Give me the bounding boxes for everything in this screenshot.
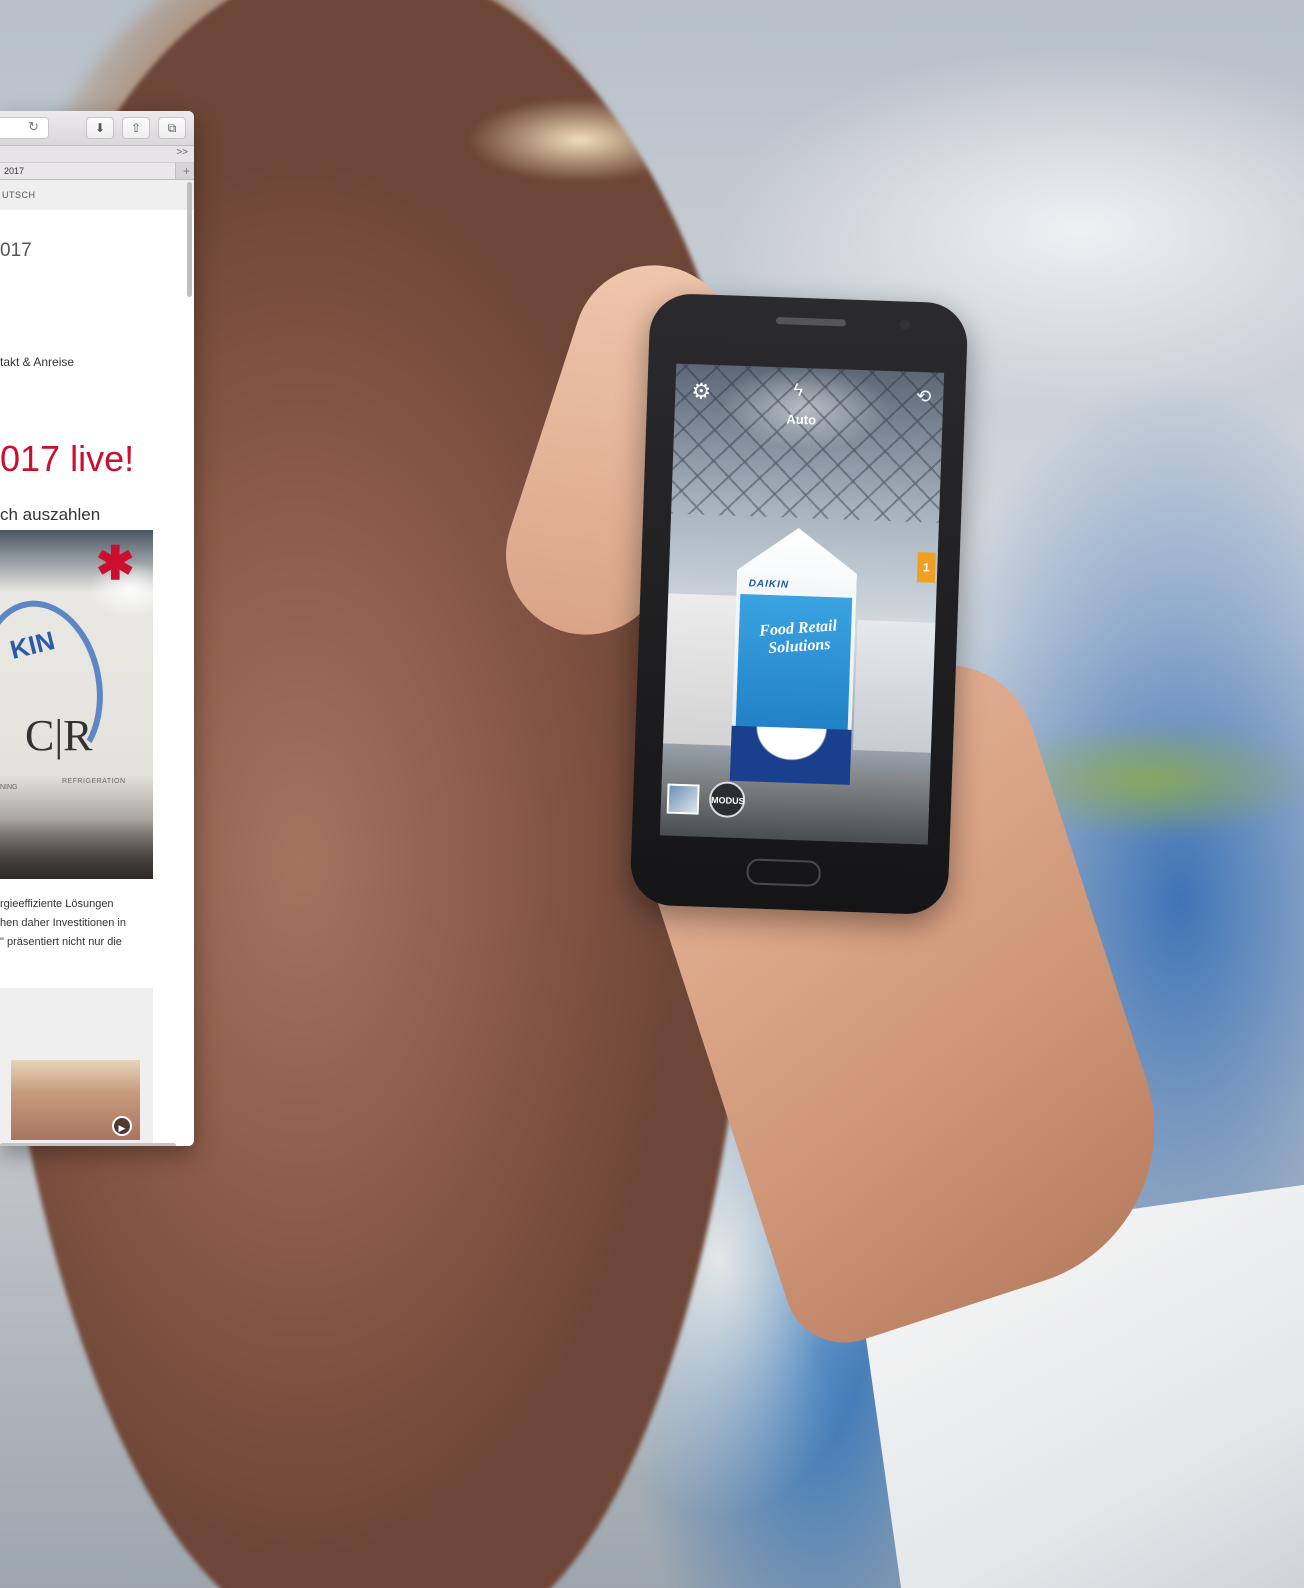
play-icon[interactable]: ▶ (112, 1116, 132, 1136)
smartphone: DAIKIN Food Retail Solutions 1 ⚙ ϟ Auto … (629, 292, 969, 916)
article-text: rgieeffiziente Lösungen hen daher Invest… (0, 895, 150, 952)
booth-right (852, 620, 936, 753)
camera-viewfinder[interactable]: DAIKIN Food Retail Solutions 1 ⚙ ϟ Auto … (659, 363, 945, 845)
hero-image: KIN C|R NING REFRIGERATION ✱ (0, 530, 153, 879)
address-bar[interactable] (0, 117, 49, 139)
carton-title: Food Retail Solutions (758, 617, 838, 658)
booth-left (663, 593, 739, 746)
tab-bar: 2017 + (0, 163, 194, 180)
download-button[interactable]: ⬇ (86, 117, 114, 139)
milk-splash (729, 725, 852, 785)
page-headline: 017 live! (0, 438, 135, 479)
page-subheadline: ch auszahlen (0, 505, 101, 524)
browser-toolbar: ↻ ⬇ ⇧ ⧉ (0, 111, 194, 146)
vertical-scrollbar[interactable] (187, 182, 192, 297)
tabs-overview-button[interactable]: ⧉ (158, 117, 186, 139)
home-button[interactable] (746, 858, 822, 887)
video-thumbnail[interactable]: ▶ (11, 1060, 140, 1140)
mode-button[interactable]: MODUS (708, 780, 746, 819)
flash-icon[interactable]: ϟ (793, 380, 803, 401)
flash-mode-label[interactable]: Auto (786, 411, 816, 427)
camera-switch-icon[interactable]: ⟲ (916, 386, 932, 408)
front-camera (899, 319, 910, 330)
share-icon: ⇧ (130, 121, 142, 135)
carton-brand: DAIKIN (748, 578, 790, 591)
hero-caption-right: REFRIGERATION (62, 778, 126, 785)
new-tab-button[interactable]: + (183, 163, 190, 179)
share-button[interactable]: ⇧ (122, 117, 150, 139)
browser-window: ↻ ⬇ ⇧ ⧉ >> 2017 + UTSCH 017 takt & Anrei… (0, 111, 194, 1146)
download-icon: ⬇ (94, 121, 106, 135)
page-title: 017 (0, 240, 32, 261)
tab-current[interactable]: 2017 (0, 163, 176, 179)
hero-caption-left: NING (0, 784, 18, 791)
horizontal-scrollbar[interactable] (0, 1143, 176, 1146)
gallery-thumbnail[interactable] (666, 783, 700, 815)
ceiling-truss (671, 363, 945, 523)
nav-link-contact[interactable]: takt & Anreise (0, 355, 74, 369)
reload-icon[interactable]: ↻ (28, 119, 39, 135)
gear-icon[interactable]: ⚙ (691, 378, 712, 405)
hero-logo: C|R (25, 711, 93, 760)
bookmarks-more-button[interactable]: >> (176, 147, 188, 158)
hero-crowd (0, 819, 153, 879)
article-line: rgieeffiziente Lösungen (0, 898, 114, 910)
web-page: UTSCH 017 takt & Anreise 017 live! ch au… (0, 180, 194, 1146)
language-selector[interactable]: UTSCH (0, 180, 194, 210)
bookmarks-bar: >> (0, 146, 194, 163)
phone-speaker (775, 317, 846, 327)
side-badge: 1 (916, 552, 936, 583)
article-line: hen daher Investitionen in (0, 917, 126, 929)
article-line: " präsentiert nicht nur die (0, 936, 122, 948)
asterisk-logo-icon: ✱ (96, 537, 135, 589)
tabs-icon: ⧉ (167, 121, 177, 135)
